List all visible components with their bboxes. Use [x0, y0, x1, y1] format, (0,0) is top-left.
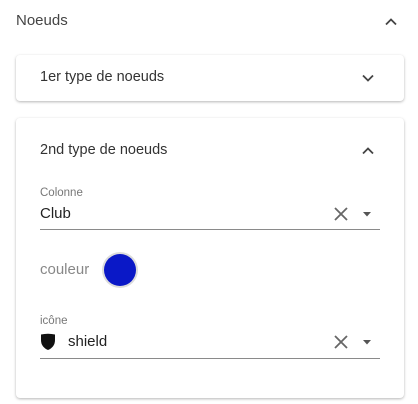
dropdown-arrow-icon[interactable] — [358, 205, 376, 223]
couleur-label: couleur — [40, 261, 90, 278]
icone-underline — [40, 358, 380, 359]
chevron-up-icon[interactable] — [384, 15, 398, 29]
panel-title: 1er type de noeuds — [40, 69, 165, 85]
dropdown-arrow-icon[interactable] — [358, 333, 376, 351]
panel-type-1[interactable]: 1er type de noeuds — [16, 55, 404, 101]
noeuds-section-header[interactable]: Noeuds — [0, 0, 418, 44]
colonne-label: Colonne — [40, 187, 83, 199]
clear-icon[interactable] — [332, 205, 350, 223]
panel-title[interactable]: 2nd type de noeuds — [40, 142, 167, 158]
clear-icon[interactable] — [332, 333, 350, 351]
icone-label: icône — [40, 315, 68, 327]
panel-type-2: 2nd type de noeuds Colonne Club couleur … — [16, 118, 404, 398]
section-title: Noeuds — [16, 12, 68, 29]
shield-icon — [40, 333, 56, 351]
colonne-value[interactable]: Club — [40, 205, 71, 222]
icone-value[interactable]: shield — [68, 333, 107, 350]
chevron-down-icon[interactable] — [361, 71, 375, 85]
colonne-underline — [40, 229, 380, 230]
chevron-up-icon[interactable] — [361, 144, 375, 158]
color-swatch[interactable] — [104, 254, 136, 286]
